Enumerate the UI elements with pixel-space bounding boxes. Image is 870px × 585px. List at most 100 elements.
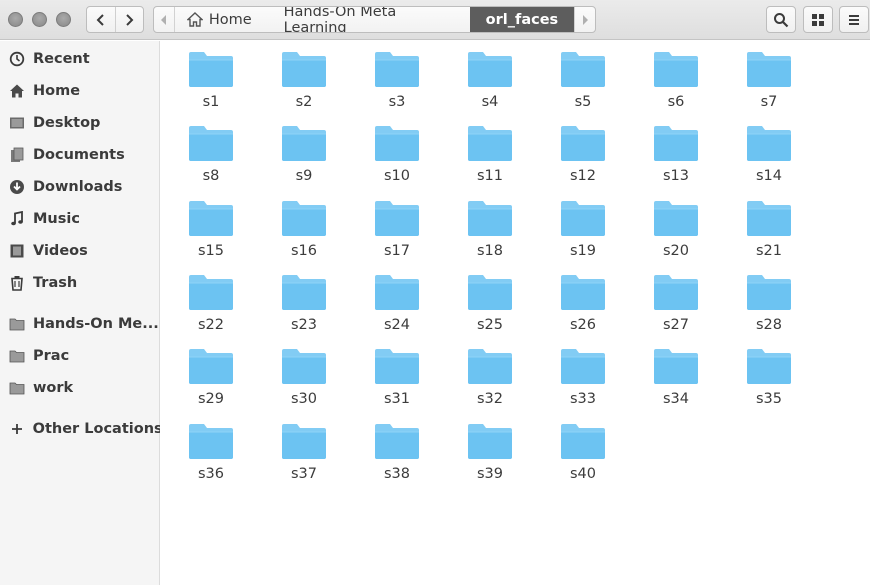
sidebar-item-recent[interactable]: Recent bbox=[0, 45, 160, 73]
folder-item[interactable]: s10 bbox=[362, 124, 432, 194]
folder-item[interactable]: s38 bbox=[362, 422, 432, 492]
folder-name: s32 bbox=[476, 391, 503, 408]
folder-item[interactable]: s21 bbox=[734, 199, 804, 269]
folder-name: s8 bbox=[202, 168, 220, 185]
folder-item[interactable]: s24 bbox=[362, 273, 432, 343]
folder-name: s17 bbox=[383, 242, 410, 259]
folder-name: s3 bbox=[388, 94, 406, 110]
back-button[interactable] bbox=[87, 7, 115, 32]
sidebar-item-work[interactable]: work bbox=[0, 374, 160, 402]
sidebar-item-prac[interactable]: Prac bbox=[0, 342, 160, 370]
folder-item[interactable]: s39 bbox=[455, 422, 525, 492]
sidebar-item-desktop[interactable]: Desktop bbox=[0, 109, 160, 137]
chevron-right-icon bbox=[126, 13, 134, 26]
menu-button[interactable] bbox=[839, 6, 869, 33]
folder-icon bbox=[189, 349, 233, 385]
folder-name: s4 bbox=[481, 94, 499, 110]
folder-item[interactable]: s25 bbox=[455, 273, 525, 343]
path-scroll-left-button[interactable] bbox=[154, 7, 175, 32]
folder-icon bbox=[747, 52, 791, 87]
folder-item[interactable]: s40 bbox=[548, 422, 618, 492]
folder-icon bbox=[8, 379, 26, 397]
folder-item[interactable]: s30 bbox=[269, 347, 339, 417]
folder-item[interactable]: s11 bbox=[455, 124, 525, 194]
folder-item[interactable]: s26 bbox=[548, 273, 618, 343]
search-icon bbox=[774, 12, 789, 27]
window-minimize-button[interactable] bbox=[32, 12, 47, 27]
folder-item[interactable]: s19 bbox=[548, 199, 618, 269]
sidebar-item-label: Documents bbox=[33, 147, 125, 163]
file-grid: s1 s2 s3 s4 s5 s6 s7 s8 s9 s10 s11 s12 s13 s14 s15 s16 s… bbox=[161, 41, 870, 585]
window-close-button[interactable] bbox=[8, 12, 23, 27]
folder-item[interactable]: s4 bbox=[455, 50, 525, 120]
folder-item[interactable]: s28 bbox=[734, 273, 804, 343]
folder-name: s11 bbox=[476, 168, 503, 185]
forward-button[interactable] bbox=[114, 7, 144, 32]
folder-item[interactable]: s14 bbox=[734, 124, 804, 194]
folder-item[interactable]: s2 bbox=[269, 50, 339, 120]
search-button[interactable] bbox=[766, 6, 796, 33]
folder-icon bbox=[747, 200, 791, 236]
folder-item[interactable]: s22 bbox=[176, 273, 246, 343]
folder-item[interactable]: s17 bbox=[362, 199, 432, 269]
folder-item[interactable]: s36 bbox=[176, 422, 246, 492]
folder-icon bbox=[375, 349, 419, 385]
folder-name: s18 bbox=[476, 242, 503, 259]
folder-name: s35 bbox=[755, 391, 782, 408]
folder-icon bbox=[561, 349, 605, 385]
sidebar-item-documents[interactable]: Documents bbox=[0, 141, 160, 169]
sidebar-item-videos[interactable]: Videos bbox=[0, 237, 160, 265]
sidebar-item-other-locations[interactable]: Other Locations bbox=[0, 415, 160, 443]
folder-item[interactable]: s18 bbox=[455, 199, 525, 269]
folder-item[interactable]: s16 bbox=[269, 199, 339, 269]
folder-item[interactable]: s20 bbox=[641, 199, 711, 269]
folder-item[interactable]: s6 bbox=[641, 50, 711, 120]
folder-item[interactable]: s5 bbox=[548, 50, 618, 120]
folder-icon bbox=[654, 200, 698, 236]
window-maximize-button[interactable] bbox=[56, 12, 71, 27]
sidebar-item-trash[interactable]: Trash bbox=[0, 269, 160, 297]
folder-item[interactable]: s9 bbox=[269, 124, 339, 194]
sidebar-item-music[interactable]: Music bbox=[0, 205, 160, 233]
breadcrumb-hands-on-meta-learning[interactable]: Hands-On Meta Learning bbox=[274, 7, 470, 32]
folder-item[interactable]: s32 bbox=[455, 347, 525, 417]
sidebar-item-label: Other Locations bbox=[32, 421, 160, 437]
folder-item[interactable]: s1 bbox=[176, 50, 246, 120]
sidebar-item-home[interactable]: Home bbox=[0, 77, 160, 105]
home-icon bbox=[8, 82, 26, 100]
folder-item[interactable]: s23 bbox=[269, 273, 339, 343]
folder-item[interactable]: s33 bbox=[548, 347, 618, 417]
folder-item[interactable]: s29 bbox=[176, 347, 246, 417]
breadcrumb-orl-faces[interactable]: orl_faces bbox=[469, 7, 575, 32]
folder-item[interactable]: s13 bbox=[641, 124, 711, 194]
home-icon bbox=[186, 12, 203, 27]
folder-item[interactable]: s35 bbox=[734, 347, 804, 417]
folder-item[interactable]: s15 bbox=[176, 199, 246, 269]
folder-name: s40 bbox=[569, 465, 596, 482]
folder-item[interactable]: s37 bbox=[269, 422, 339, 492]
folder-icon bbox=[375, 52, 419, 87]
folder-name: s25 bbox=[476, 316, 503, 333]
folder-name: s36 bbox=[197, 465, 224, 482]
folder-item[interactable]: s3 bbox=[362, 50, 432, 120]
folder-name: s20 bbox=[662, 242, 689, 259]
sidebar-item-hands-on-meta-learning[interactable]: Hands-On Me... bbox=[0, 310, 160, 338]
folder-item[interactable]: s31 bbox=[362, 347, 432, 417]
folder-icon bbox=[747, 126, 791, 162]
folder-name: s2 bbox=[295, 94, 313, 110]
sidebar-item-label: Desktop bbox=[33, 115, 101, 131]
folder-name: s13 bbox=[662, 168, 689, 185]
folder-item[interactable]: s7 bbox=[734, 50, 804, 120]
breadcrumb-home[interactable]: Home bbox=[175, 7, 274, 32]
folder-icon bbox=[468, 200, 512, 236]
folder-item[interactable]: s34 bbox=[641, 347, 711, 417]
sidebar: Recent Home Desktop Documents Downloads … bbox=[0, 41, 160, 585]
folder-name: s29 bbox=[197, 391, 224, 408]
folder-item[interactable]: s12 bbox=[548, 124, 618, 194]
view-toggle-button[interactable] bbox=[803, 6, 833, 33]
path-scroll-right-button[interactable] bbox=[574, 7, 595, 32]
sidebar-item-downloads[interactable]: Downloads bbox=[0, 173, 160, 201]
folder-item[interactable]: s27 bbox=[641, 273, 711, 343]
downloads-icon bbox=[8, 178, 26, 196]
folder-item[interactable]: s8 bbox=[176, 124, 246, 194]
